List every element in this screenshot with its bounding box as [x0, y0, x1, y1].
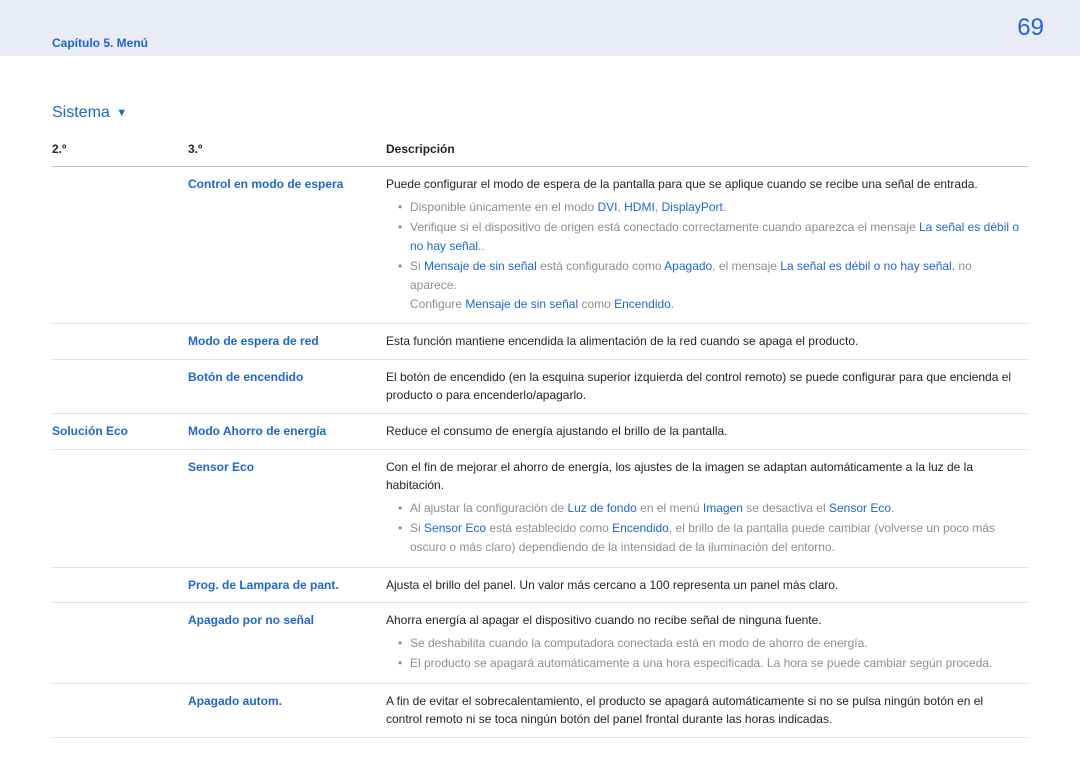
cell-level3: Control en modo de espera	[188, 167, 386, 324]
section-title-text: Sistema	[52, 104, 110, 121]
cell-level3: Modo de espera de red	[188, 324, 386, 360]
main-content: Sistema ▼ 2.º 3.º Descripción Control en…	[0, 56, 1080, 738]
desc-text: Ahorra energía al apagar el dispositivo …	[386, 613, 822, 627]
cell-desc: A fin de evitar el sobrecalentamiento, e…	[386, 683, 1028, 737]
menu-item-link: Apagado autom.	[188, 694, 282, 708]
table-header-row: 2.º 3.º Descripción	[52, 138, 1028, 167]
text: en el menú	[637, 501, 703, 515]
text: .	[891, 501, 894, 515]
desc-text: Puede configurar el modo de espera de la…	[386, 177, 978, 191]
menu-item-link: Botón de encendido	[188, 370, 303, 384]
bullet-list: Al ajustar la configuración de Luz de fo…	[386, 499, 1020, 557]
table-row: Apagado autom. A fin de evitar el sobrec…	[52, 683, 1028, 737]
menu-item-link: Modo Ahorro de energía	[188, 424, 326, 438]
col-header-2: 2.º	[52, 138, 188, 167]
text: .	[671, 297, 674, 311]
inline-link: Mensaje de sin señal	[424, 259, 537, 273]
bullet-list: Se deshabilita cuando la computadora con…	[386, 634, 1020, 673]
inline-link: Luz de fondo	[567, 501, 636, 515]
inline-link: Imagen	[703, 501, 743, 515]
inline-link: Mensaje de sin señal	[465, 297, 578, 311]
menu-item-link: Control en modo de espera	[188, 177, 343, 191]
bullet-item: Se deshabilita cuando la computadora con…	[398, 634, 1020, 653]
inline-link: DisplayPort	[661, 200, 722, 214]
cell-level2	[52, 683, 188, 737]
text: está establecido como	[486, 521, 612, 535]
text: está configurado como	[537, 259, 664, 273]
cell-level3: Apagado por no señal	[188, 603, 386, 684]
menu-item-link: Solución Eco	[52, 424, 128, 438]
chapter-label: Capítulo 5. Menú	[52, 36, 148, 50]
inline-link: Apagado	[664, 259, 712, 273]
text: Si	[410, 259, 424, 273]
menu-item-link: Modo de espera de red	[188, 334, 319, 348]
table-row: Solución Eco Modo Ahorro de energía Redu…	[52, 413, 1028, 449]
inline-link: Sensor Eco	[424, 521, 486, 535]
cell-desc: Con el fin de mejorar el ahorro de energ…	[386, 449, 1028, 567]
cell-level3: Modo Ahorro de energía	[188, 413, 386, 449]
cell-desc: Reduce el consumo de energía ajustando e…	[386, 413, 1028, 449]
bullet-item: Verifique si el dispositivo de origen es…	[398, 218, 1020, 255]
text: Al ajustar la configuración de	[410, 501, 567, 515]
cell-level2	[52, 449, 188, 567]
text: .	[481, 239, 484, 253]
bullet-item: Al ajustar la configuración de Luz de fo…	[398, 499, 1020, 518]
cell-level3: Apagado autom.	[188, 683, 386, 737]
cell-level2	[52, 603, 188, 684]
menu-item-link: Prog. de Lampara de pant.	[188, 578, 339, 592]
cell-level3: Botón de encendido	[188, 359, 386, 413]
cell-level2	[52, 324, 188, 360]
cell-level2	[52, 359, 188, 413]
desc-text: Con el fin de mejorar el ahorro de energ…	[386, 460, 973, 493]
inline-link: DVI	[597, 200, 617, 214]
text: Disponible únicamente en el modo	[410, 200, 597, 214]
inline-link: Encendido	[612, 521, 669, 535]
inline-link: HDMI	[624, 200, 655, 214]
page-number: 69	[1017, 14, 1044, 42]
col-header-desc: Descripción	[386, 138, 1028, 167]
cell-level3: Sensor Eco	[188, 449, 386, 567]
menu-item-link: Sensor Eco	[188, 460, 254, 474]
dropdown-arrow-icon: ▼	[116, 107, 127, 119]
cell-desc: El botón de encendido (en la esquina sup…	[386, 359, 1028, 413]
header-bar: 69 Capítulo 5. Menú	[0, 0, 1080, 56]
table-row: Control en modo de espera Puede configur…	[52, 167, 1028, 324]
table-row: Modo de espera de red Esta función manti…	[52, 324, 1028, 360]
section-title: Sistema ▼	[52, 104, 1028, 122]
cell-desc: Puede configurar el modo de espera de la…	[386, 167, 1028, 324]
text: .	[723, 200, 726, 214]
bullet-item: Si Mensaje de sin señal está configurado…	[398, 257, 1020, 313]
bullet-item: Si Sensor Eco está establecido como Ence…	[398, 519, 1020, 556]
cell-level2	[52, 167, 188, 324]
table-row: Prog. de Lampara de pant. Ajusta el bril…	[52, 567, 1028, 603]
inline-link: La señal es débil o no hay señal.	[780, 259, 955, 273]
cell-desc: Ajusta el brillo del panel. Un valor más…	[386, 567, 1028, 603]
cell-desc: Esta función mantiene encendida la alime…	[386, 324, 1028, 360]
menu-table: 2.º 3.º Descripción Control en modo de e…	[52, 138, 1028, 738]
col-header-3: 3.º	[188, 138, 386, 167]
text: Configure	[410, 297, 465, 311]
cell-level3: Prog. de Lampara de pant.	[188, 567, 386, 603]
table-row: Apagado por no señal Ahorra energía al a…	[52, 603, 1028, 684]
cell-level2: Solución Eco	[52, 413, 188, 449]
inline-link: Sensor Eco	[829, 501, 891, 515]
text: Verifique si el dispositivo de origen es…	[410, 220, 919, 234]
text: Si	[410, 521, 424, 535]
text: como	[578, 297, 614, 311]
bullet-item: El producto se apagará automáticamente a…	[398, 654, 1020, 673]
bullet-list: Disponible únicamente en el modo DVI, HD…	[386, 198, 1020, 314]
table-row: Sensor Eco Con el fin de mejorar el ahor…	[52, 449, 1028, 567]
inline-link: Encendido	[614, 297, 671, 311]
cell-level2	[52, 567, 188, 603]
cell-desc: Ahorra energía al apagar el dispositivo …	[386, 603, 1028, 684]
bullet-item: Disponible únicamente en el modo DVI, HD…	[398, 198, 1020, 217]
text: , el mensaje	[712, 259, 780, 273]
table-row: Botón de encendido El botón de encendido…	[52, 359, 1028, 413]
menu-item-link: Apagado por no señal	[188, 613, 314, 627]
text: se desactiva el	[743, 501, 829, 515]
